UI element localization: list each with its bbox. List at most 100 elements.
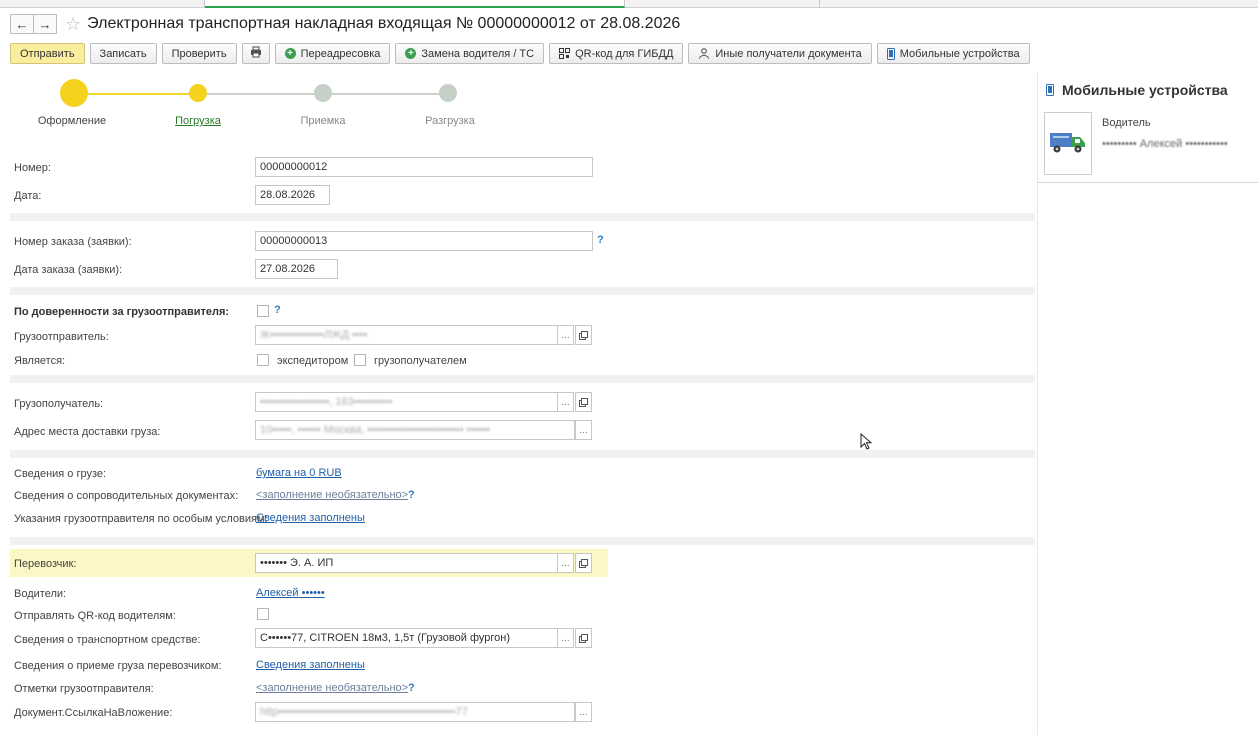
cargo-info-label: Сведения о грузе:: [14, 468, 107, 480]
phone-icon: [1046, 84, 1054, 96]
tab-previous[interactable]: [0, 0, 205, 8]
stage-label-acceptance: Приемка: [300, 115, 346, 127]
panel-divider: [1038, 182, 1258, 183]
shipper-select-button[interactable]: ...: [557, 325, 574, 345]
shipper-instructions-link[interactable]: Сведения заполнены: [256, 512, 365, 524]
vehicle-field[interactable]: С••••••77, CITROEN 18м3, 1,5т (Грузовой …: [255, 628, 558, 648]
other-recipients-button[interactable]: Иные получатели документа: [688, 43, 872, 64]
send-button-label: Отправить: [20, 47, 75, 60]
help-icon[interactable]: ?: [408, 682, 415, 694]
shipper-field[interactable]: Ж••••••••••••••ЛЖД ••••: [255, 325, 558, 345]
help-icon[interactable]: ?: [597, 234, 604, 246]
vehicle-label: Сведения о транспортном средстве:: [14, 634, 201, 646]
order-number-value: 00000000013: [260, 235, 328, 247]
consignee-label: Грузополучатель:: [14, 398, 104, 410]
driver-name: ••••••••• Алексей •••••••••••: [1102, 138, 1228, 150]
consignee-checkbox-label: грузополучателем: [374, 355, 467, 367]
carrier-value: ••••••• Э. А. ИП: [260, 557, 334, 569]
shipper-instructions-label: Указания грузоотправителя по особым усло…: [14, 513, 268, 525]
accompanying-docs-label: Сведения о сопроводительных документах:: [14, 490, 239, 502]
consignee-field[interactable]: ••••••••••••••••••, 163••••••••••: [255, 392, 558, 412]
send-qr-checkbox[interactable]: [257, 608, 269, 620]
date-label: Дата:: [14, 190, 42, 202]
order-date-field[interactable]: 27.08.2026: [255, 259, 338, 279]
check-button-label: Проверить: [171, 47, 227, 60]
open-window-icon[interactable]: [575, 553, 592, 573]
stage-dot-loading: [189, 84, 207, 102]
send-button[interactable]: Отправить: [10, 43, 85, 64]
window-tab-strip: [0, 0, 1258, 8]
consignee-checkbox[interactable]: [354, 354, 366, 366]
vehicle-value: С••••••77, CITROEN 18м3, 1,5т (Грузовой …: [260, 632, 510, 644]
date-field[interactable]: 28.08.2026: [255, 185, 330, 205]
readdress-button-label: Переадресовка: [300, 47, 381, 60]
phone-icon: [886, 47, 895, 60]
help-icon[interactable]: ?: [408, 489, 415, 501]
command-bar: Отправить Записать Проверить + Переадрес…: [10, 43, 1030, 65]
attachment-link-label: Документ.СсылкаНаВложение:: [14, 707, 173, 719]
acceptance-info-link[interactable]: Сведения заполнены: [256, 659, 365, 671]
attachment-link-field[interactable]: http••••••••••••••••••••••••••••••••••••…: [255, 702, 575, 722]
mobile-devices-panel-header: Мобильные устройства: [1046, 82, 1228, 98]
qr-gibdd-button-label: QR-код для ГИБДД: [575, 47, 674, 60]
tab-next[interactable]: [625, 0, 820, 8]
stage-label-unloading: Разгрузка: [425, 115, 475, 127]
save-button[interactable]: Записать: [89, 43, 157, 64]
arrow-right-icon: →: [38, 16, 52, 32]
carrier-field[interactable]: ••••••• Э. А. ИП: [255, 553, 558, 573]
order-number-field[interactable]: 00000000013: [255, 231, 593, 251]
star-icon[interactable]: ☆: [65, 15, 81, 33]
open-window-icon[interactable]: [575, 325, 592, 345]
replace-driver-button-label: Замена водителя / ТС: [421, 47, 535, 60]
stage-label-loading[interactable]: Погрузка: [148, 115, 248, 127]
shipper-marks-label: Отметки грузоотправителя:: [14, 683, 154, 695]
drivers-link[interactable]: Алексей ••••••: [256, 587, 325, 599]
number-field[interactable]: 00000000012: [255, 157, 593, 177]
replace-driver-button[interactable]: + Замена водителя / ТС: [395, 43, 545, 64]
accompanying-docs-link[interactable]: <заполнение необязательно>: [256, 489, 408, 501]
stage-dot-acceptance: [314, 84, 332, 102]
qr-gibdd-button[interactable]: QR-код для ГИБДД: [549, 43, 684, 64]
save-button-label: Записать: [99, 47, 147, 60]
order-date-label: Дата заказа (заявки):: [14, 264, 123, 276]
carrier-select-button[interactable]: ...: [557, 553, 574, 573]
drivers-label: Водители:: [14, 588, 67, 600]
readdress-button[interactable]: + Переадресовка: [274, 43, 391, 64]
section-separator: [10, 450, 1035, 458]
delivery-address-field[interactable]: 10•••••, •••••• Москва, ••••••••••••••••…: [255, 420, 575, 440]
order-number-label: Номер заказа (заявки):: [14, 236, 132, 248]
delivery-address-select-button[interactable]: ...: [575, 420, 592, 440]
attachment-link-value: http••••••••••••••••••••••••••••••••••••…: [260, 706, 468, 718]
qr-code-icon: [559, 48, 571, 59]
back-button[interactable]: ←: [10, 14, 34, 34]
acceptance-info-label: Сведения о приеме груза перевозчиком:: [14, 660, 222, 672]
plus-icon: +: [284, 48, 296, 59]
carrier-label: Перевозчик:: [14, 558, 77, 570]
forward-button[interactable]: →: [33, 14, 57, 34]
section-separator: [10, 213, 1035, 221]
mobile-devices-button[interactable]: Мобильные устройства: [876, 43, 1030, 64]
consignee-select-button[interactable]: ...: [557, 392, 574, 412]
open-window-icon[interactable]: [575, 628, 592, 648]
page-title: Электронная транспортная накладная входя…: [87, 15, 681, 32]
open-window-icon[interactable]: [575, 392, 592, 412]
forwarder-checkbox[interactable]: [257, 354, 269, 366]
delivery-address-value: 10•••••, •••••• Москва, ••••••••••••••••…: [260, 424, 490, 436]
power-of-attorney-checkbox[interactable]: [257, 305, 269, 317]
users-icon: [698, 48, 710, 59]
help-icon[interactable]: ?: [274, 304, 281, 316]
mobile-devices-panel-title: Мобильные устройства: [1062, 82, 1228, 98]
attachment-link-select-button[interactable]: ...: [575, 702, 592, 722]
shipper-marks-link[interactable]: <заполнение необязательно>: [256, 682, 408, 694]
cargo-info-link[interactable]: бумага на 0 RUB: [256, 467, 342, 479]
driver-device-card[interactable]: [1044, 112, 1092, 175]
check-button[interactable]: Проверить: [161, 43, 237, 64]
consignee-value: ••••••••••••••••••, 163••••••••••: [260, 396, 393, 408]
section-separator: [10, 375, 1035, 383]
date-value: 28.08.2026: [260, 189, 316, 201]
tab-active[interactable]: [205, 0, 625, 8]
vehicle-select-button[interactable]: ...: [557, 628, 574, 648]
stage-dot-unloading: [439, 84, 457, 102]
print-button[interactable]: [241, 43, 270, 64]
section-separator: [10, 537, 1035, 545]
